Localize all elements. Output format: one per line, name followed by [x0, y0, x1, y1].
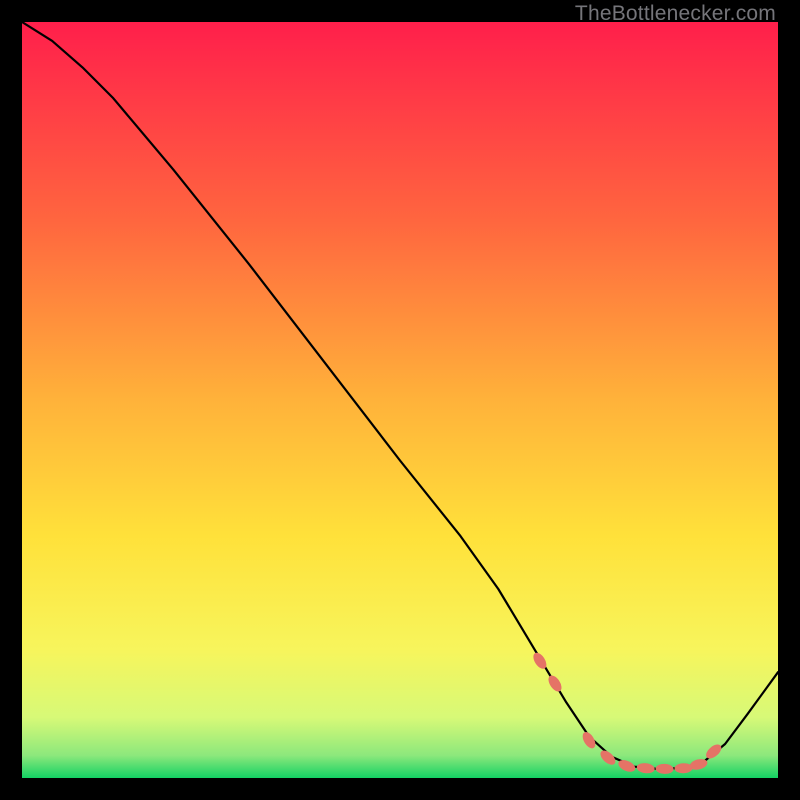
- chart-frame: [22, 22, 778, 778]
- bottleneck-plot: [22, 22, 778, 778]
- watermark-text: TheBottlenecker.com: [575, 2, 776, 26]
- gradient-background: [22, 22, 778, 778]
